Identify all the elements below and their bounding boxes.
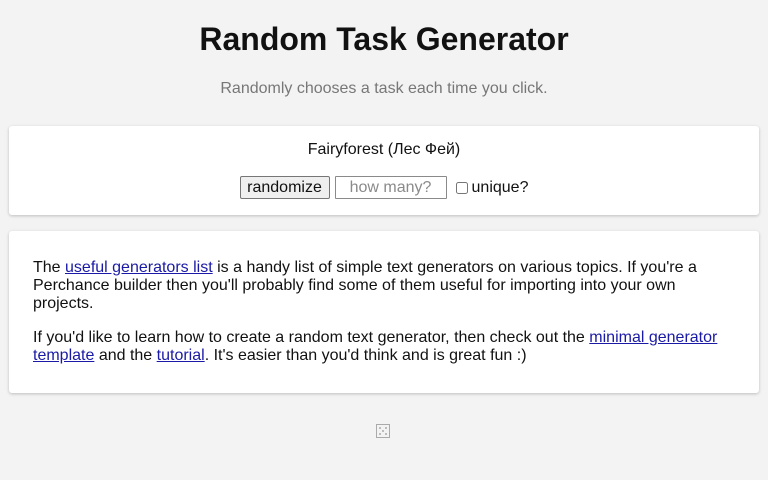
dice-icon[interactable] [376,424,390,438]
count-input[interactable] [334,176,447,199]
generator-card: Fairyforest (Лес Фей) randomize unique? [9,126,759,215]
page-subtitle: Randomly chooses a task each time you cl… [220,80,548,97]
info-text: If you'd like to learn how to create a r… [33,329,590,346]
info-text: and the [94,347,157,364]
randomize-button[interactable]: randomize [239,176,330,199]
unique-label: unique? [471,178,529,196]
page: Random Task Generator Randomly chooses a… [0,0,768,480]
info-paragraph-2: If you'd like to learn how to create a r… [33,329,735,365]
tutorial-link[interactable]: tutorial [157,347,205,364]
useful-generators-link[interactable]: useful generators list [65,259,213,276]
generated-result: Fairyforest (Лес Фей) [307,141,461,158]
info-text: The [33,259,66,276]
info-text: . It's easier than you'd think and is gr… [204,347,527,364]
unique-checkbox[interactable] [455,181,468,194]
info-card: The useful generators list is a handy li… [9,231,759,393]
page-title: Random Task Generator [199,21,569,57]
info-paragraph-1: The useful generators list is a handy li… [33,259,735,313]
generator-controls: randomize unique? [9,176,759,199]
